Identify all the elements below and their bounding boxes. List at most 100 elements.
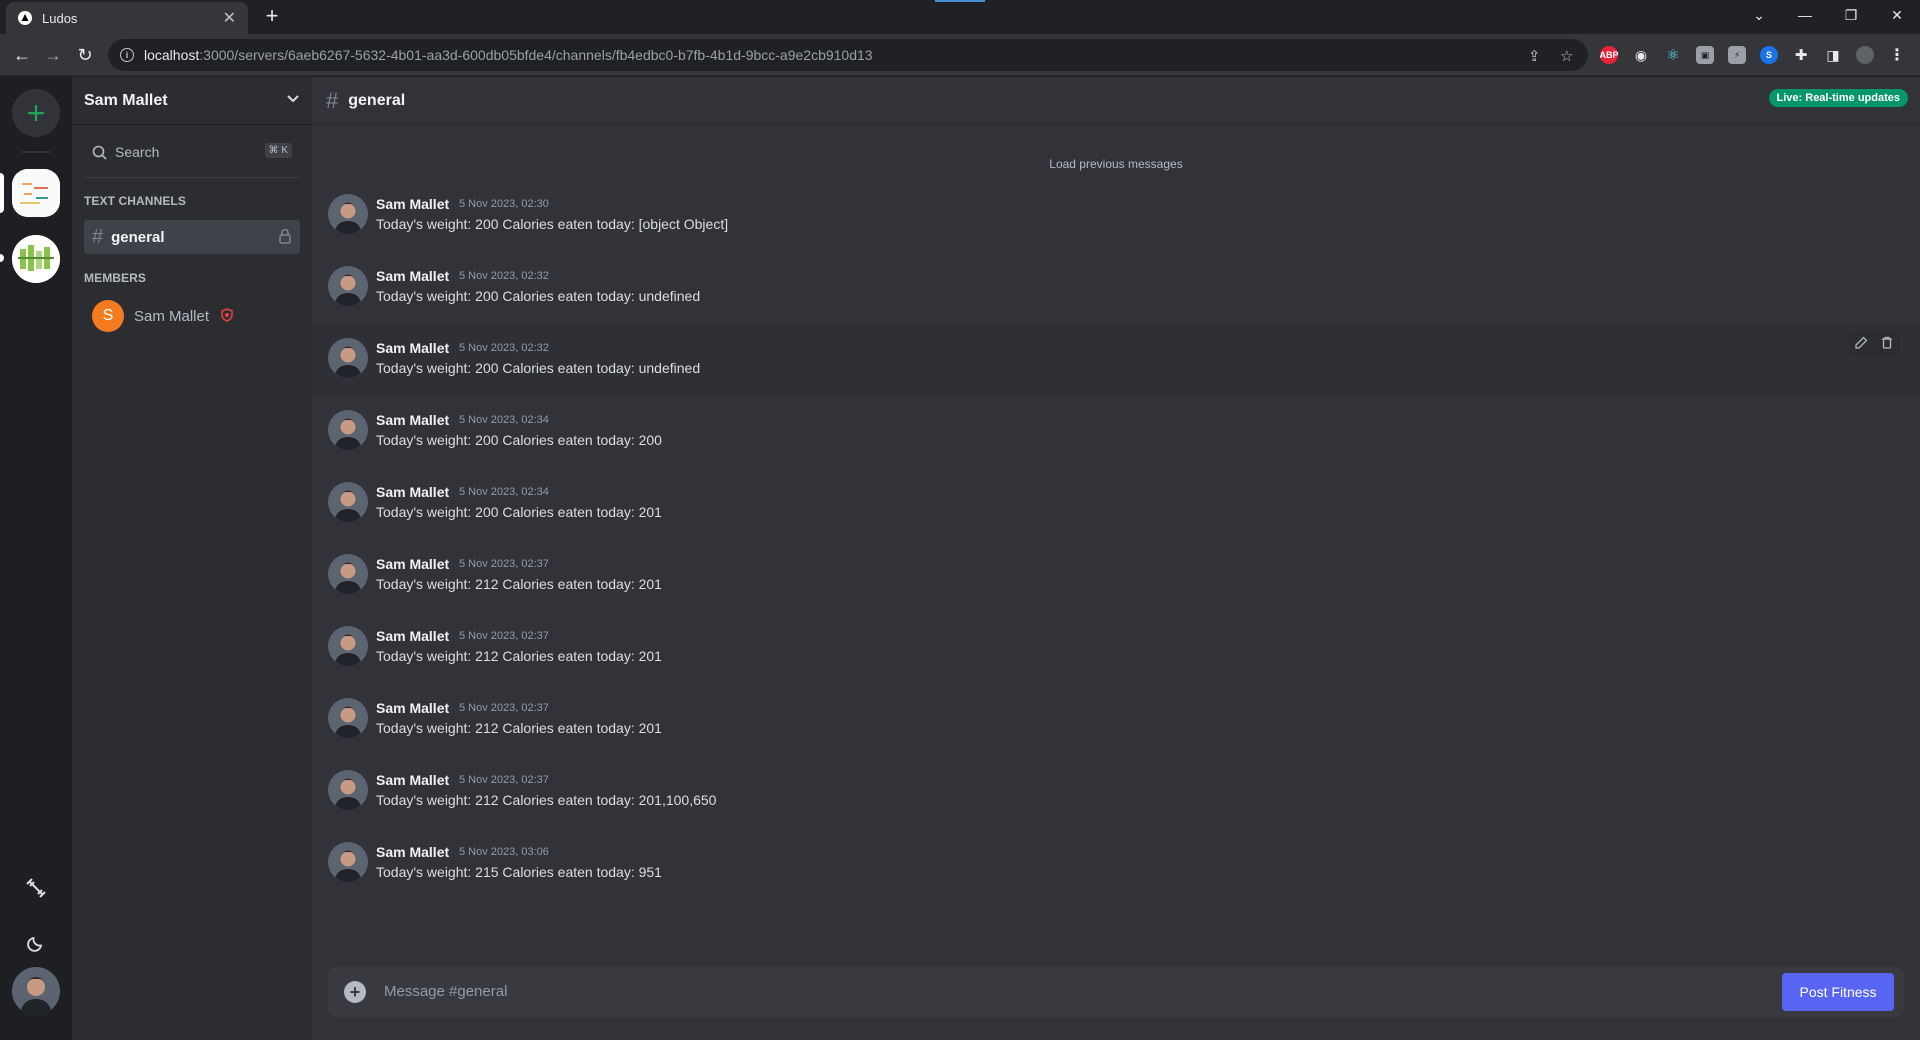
restore-button[interactable]: ❐ [1828, 0, 1874, 30]
message-avatar[interactable] [328, 842, 368, 882]
extension-icon[interactable]: S [1760, 46, 1778, 64]
new-tab-button[interactable]: + [260, 4, 284, 28]
reload-icon[interactable]: ↻ [73, 43, 97, 67]
server-icon-active[interactable] [12, 169, 60, 217]
search-button[interactable]: Search ⌘ K [84, 134, 300, 170]
message-item[interactable]: Sam Mallet 5 Nov 2023, 02:34 Today's weigh… [312, 398, 1920, 470]
message-avatar[interactable] [328, 194, 368, 234]
site-info-icon[interactable]: i [120, 48, 134, 62]
message-text: Today's weight: 200 Calories eaten today… [376, 432, 662, 448]
chat-channel-name: general [348, 91, 406, 109]
bookmark-star-icon[interactable]: ☆ [1560, 47, 1573, 65]
dark-mode-moon-icon[interactable] [22, 929, 50, 957]
lightbulb-extension-icon[interactable]: ◉ [1632, 46, 1650, 64]
forward-icon[interactable]: → [41, 43, 65, 67]
active-server-indicator [0, 173, 4, 213]
message-timestamp: 5 Nov 2023, 02:32 [459, 342, 549, 354]
message-author[interactable]: Sam Mallet [376, 268, 449, 284]
chat-header: # general Live: Real-time updates [312, 77, 1920, 125]
extension-icon[interactable]: ▣ [1696, 46, 1714, 64]
message-author[interactable]: Sam Mallet [376, 556, 449, 572]
channel-item-general[interactable]: # general [84, 220, 300, 254]
message-item[interactable]: Sam Mallet 5 Nov 2023, 02:34 Today's weigh… [312, 470, 1920, 542]
message-item[interactable]: Sam Mallet 5 Nov 2023, 03:06 Today's weigh… [312, 830, 1920, 902]
post-fitness-button[interactable]: Post Fitness [1782, 973, 1894, 1011]
message-timestamp: 5 Nov 2023, 02:34 [459, 414, 549, 426]
message-timestamp: 5 Nov 2023, 02:37 [459, 774, 549, 786]
unread-server-indicator [0, 254, 4, 262]
text-channels-label: TEXT CHANNELS [84, 194, 186, 208]
message-avatar[interactable] [328, 482, 368, 522]
message-composer[interactable]: + Message #general Post Fitness [328, 967, 1904, 1017]
message-avatar[interactable] [328, 698, 368, 738]
message-avatar[interactable] [328, 410, 368, 450]
chevron-down-icon[interactable] [286, 91, 300, 110]
message-timestamp: 5 Nov 2023, 02:34 [459, 486, 549, 498]
close-window-button[interactable]: ✕ [1874, 0, 1920, 30]
browser-menu-icon[interactable]: ⋮ [1888, 46, 1906, 64]
message-author[interactable]: Sam Mallet [376, 628, 449, 644]
minimize-button[interactable]: — [1782, 0, 1828, 30]
message-text: Today's weight: 200 Calories eaten today… [376, 216, 729, 232]
message-author[interactable]: Sam Mallet [376, 844, 449, 860]
member-avatar: S [92, 300, 124, 332]
message-text: Today's weight: 212 Calories eaten today… [376, 576, 662, 592]
edit-icon[interactable] [1855, 336, 1868, 352]
extensions-puzzle-icon[interactable]: ✚ [1792, 46, 1810, 64]
search-icon [92, 145, 107, 160]
message-timestamp: 5 Nov 2023, 02:30 [459, 198, 549, 210]
message-item[interactable]: Sam Mallet 5 Nov 2023, 02:37 Today's weigh… [312, 614, 1920, 686]
message-item[interactable]: Sam Mallet 5 Nov 2023, 02:37 Today's weigh… [312, 758, 1920, 830]
message-author[interactable]: Sam Mallet [376, 700, 449, 716]
back-icon[interactable]: ← [10, 43, 34, 67]
fitness-dumbbell-icon[interactable] [22, 874, 50, 902]
message-author[interactable]: Sam Mallet [376, 484, 449, 500]
message-text: Today's weight: 200 Calories eaten today… [376, 360, 701, 376]
trash-icon[interactable] [1881, 336, 1893, 352]
browser-tabstrip: Ludos ✕ + ⌄ — ❐ ✕ [0, 0, 1920, 34]
message-avatar[interactable] [328, 770, 368, 810]
search-shortcut: ⌘ K [264, 143, 292, 158]
adblock-extension-icon[interactable]: ABP [1600, 46, 1619, 64]
message-timestamp: 5 Nov 2023, 02:37 [459, 702, 549, 714]
profile-avatar[interactable] [1856, 46, 1874, 64]
share-icon[interactable]: ⇪ [1528, 47, 1541, 65]
chat-main: # general Live: Real-time updates Load p… [312, 77, 1920, 1040]
message-avatar[interactable] [328, 266, 368, 306]
message-input-placeholder[interactable]: Message #general [384, 983, 507, 1000]
load-previous-messages-button[interactable]: Load previous messages [312, 157, 1920, 171]
server-header[interactable]: Sam Mallet [72, 77, 312, 125]
message-item[interactable]: Sam Mallet 5 Nov 2023, 02:30 Today's weigh… [312, 182, 1920, 254]
address-bar[interactable]: i localhost:3000/servers/6aeb6267-5632-4… [108, 39, 1588, 71]
server-name: Sam Mallet [84, 91, 168, 109]
app-root: + Sam Mallet Search ⌘ K TEXT CHANNELS # … [0, 77, 1920, 1040]
close-tab-icon[interactable]: ✕ [223, 8, 236, 28]
message-author[interactable]: Sam Mallet [376, 340, 449, 356]
extension-icon[interactable]: ⚡ [1728, 46, 1746, 64]
lock-icon [278, 228, 292, 248]
add-attachment-icon[interactable]: + [344, 981, 366, 1003]
add-server-button[interactable]: + [12, 89, 60, 137]
tabstrip-indicator [935, 0, 985, 2]
message-item[interactable]: Sam Mallet 5 Nov 2023, 02:37 Today's weigh… [312, 542, 1920, 614]
message-avatar[interactable] [328, 554, 368, 594]
message-avatar[interactable] [328, 626, 368, 666]
side-panel-icon[interactable]: ◨ [1824, 46, 1842, 64]
message-author[interactable]: Sam Mallet [376, 412, 449, 428]
member-item[interactable]: S Sam Mallet [92, 300, 233, 332]
react-devtools-icon[interactable]: ⚛ [1664, 46, 1682, 64]
message-author[interactable]: Sam Mallet [376, 196, 449, 212]
message-item[interactable]: Sam Mallet 5 Nov 2023, 02:32 Today's weigh… [312, 254, 1920, 326]
server-rail: + [0, 77, 72, 1040]
message-author[interactable]: Sam Mallet [376, 772, 449, 788]
browser-tab[interactable]: Ludos ✕ [6, 2, 248, 34]
message-item[interactable]: Sam Mallet 5 Nov 2023, 02:37 Today's weigh… [312, 686, 1920, 758]
search-label: Search [115, 144, 160, 160]
user-avatar[interactable] [12, 967, 60, 1015]
message-avatar[interactable] [328, 338, 368, 378]
tab-search-icon[interactable]: ⌄ [1736, 0, 1782, 30]
message-actions [1848, 331, 1900, 357]
url-path: :3000/servers/6aeb6267-5632-4b01-aa3d-60… [199, 47, 873, 63]
server-icon-chart[interactable] [12, 235, 60, 283]
message-item[interactable]: Sam Mallet 5 Nov 2023, 02:32 Today's weigh… [312, 326, 1920, 398]
